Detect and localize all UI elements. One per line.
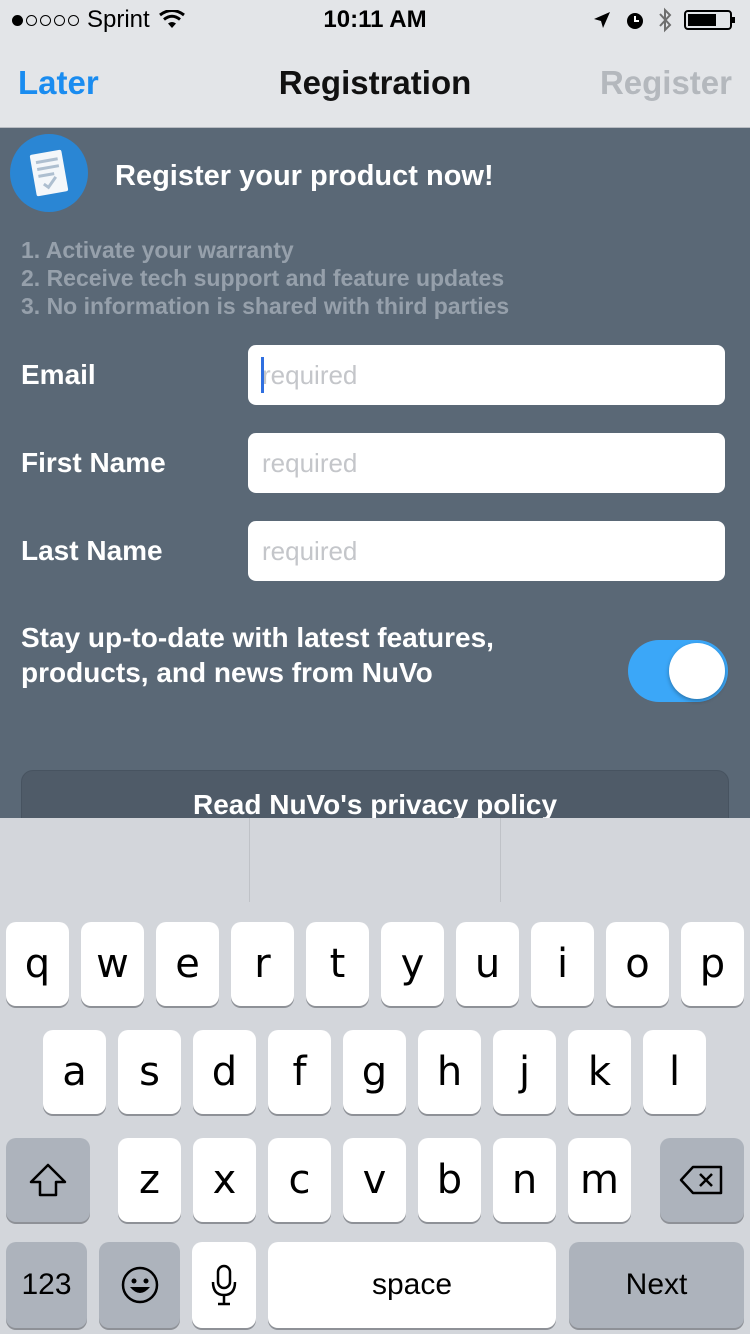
key-j[interactable]: j	[493, 1030, 556, 1114]
document-icon	[10, 134, 88, 212]
benefit-item: 2. Receive tech support and feature upda…	[21, 265, 505, 291]
suggestion-slot[interactable]	[0, 818, 251, 902]
first-name-row: First Name	[0, 433, 750, 493]
key-n[interactable]: n	[493, 1138, 556, 1222]
key-g[interactable]: g	[343, 1030, 406, 1114]
first-name-label: First Name	[21, 447, 166, 478]
email-row: Email	[0, 345, 750, 405]
status-right	[592, 7, 738, 33]
newsletter-optin-label: Stay up-to-date with latest features, pr…	[21, 622, 494, 688]
suggestion-slot[interactable]	[250, 818, 501, 902]
location-arrow-icon	[594, 12, 610, 28]
benefit-item: 1. Activate your warranty	[21, 237, 294, 263]
key-l[interactable]: l	[643, 1030, 706, 1114]
registration-form: Register your product now! 1. Activate y…	[0, 128, 750, 818]
key-c[interactable]: c	[268, 1138, 331, 1222]
key-r[interactable]: r	[231, 922, 294, 1006]
emoji-key[interactable]	[99, 1242, 180, 1328]
microphone-icon	[211, 1264, 237, 1306]
suggestion-slot[interactable]	[501, 818, 750, 902]
toggle-knob	[669, 643, 725, 699]
last-name-row: Last Name	[0, 521, 750, 581]
key-d[interactable]: d	[193, 1030, 256, 1114]
bluetooth-icon	[659, 7, 672, 33]
key-t[interactable]: t	[306, 922, 369, 1006]
email-field[interactable]	[248, 345, 725, 405]
wifi-icon	[158, 10, 185, 28]
space-key[interactable]: space	[268, 1242, 556, 1328]
carrier-name: Sprint	[87, 6, 150, 33]
shift-icon	[29, 1163, 67, 1197]
key-k[interactable]: k	[568, 1030, 631, 1114]
keyboard: q w e r t y u i o p a s d f g h j k l z …	[0, 902, 750, 1334]
key-i[interactable]: i	[531, 922, 594, 1006]
key-h[interactable]: h	[418, 1030, 481, 1114]
status-left: Sprint	[12, 6, 186, 34]
key-a[interactable]: a	[43, 1030, 106, 1114]
key-z[interactable]: z	[118, 1138, 181, 1222]
key-m[interactable]: m	[568, 1138, 631, 1222]
key-x[interactable]: x	[193, 1138, 256, 1222]
key-f[interactable]: f	[268, 1030, 331, 1114]
key-o[interactable]: o	[606, 922, 669, 1006]
key-u[interactable]: u	[456, 922, 519, 1006]
backspace-key[interactable]	[660, 1138, 744, 1222]
key-w[interactable]: w	[81, 922, 144, 1006]
alarm-icon	[627, 13, 643, 29]
privacy-policy-label: Read NuVo's privacy policy	[192, 789, 558, 818]
benefit-item: 3. No information is shared with third p…	[21, 293, 510, 319]
first-name-field[interactable]	[248, 433, 725, 493]
key-e[interactable]: e	[156, 922, 219, 1006]
signal-strength-icon	[12, 14, 79, 26]
status-bar: Sprint 10:11 AM	[0, 0, 750, 40]
key-b[interactable]: b	[418, 1138, 481, 1222]
email-label: Email	[21, 359, 96, 390]
text-cursor	[261, 357, 264, 393]
key-s[interactable]: s	[118, 1030, 181, 1114]
header-title: Register your product now!	[115, 160, 494, 192]
keyboard-suggestion-bar	[0, 818, 750, 902]
last-name-label: Last Name	[21, 535, 163, 566]
numbers-key[interactable]: 123	[6, 1242, 87, 1328]
navigation-bar: Later Registration Register	[0, 40, 750, 128]
key-y[interactable]: y	[381, 922, 444, 1006]
register-button[interactable]: Register	[600, 64, 732, 102]
key-q[interactable]: q	[6, 922, 69, 1006]
shift-key[interactable]	[6, 1138, 90, 1222]
backspace-icon	[679, 1165, 723, 1195]
newsletter-toggle[interactable]	[628, 640, 728, 702]
last-name-field[interactable]	[248, 521, 725, 581]
next-key[interactable]: Next	[569, 1242, 744, 1328]
privacy-policy-button[interactable]: Read NuVo's privacy policy	[21, 770, 729, 818]
key-p[interactable]: p	[681, 922, 744, 1006]
key-v[interactable]: v	[343, 1138, 406, 1222]
benefits-list: 1. Activate your warranty 2. Receive tec…	[21, 236, 509, 320]
emoji-icon	[121, 1266, 158, 1304]
dictation-key[interactable]	[192, 1242, 256, 1328]
battery-icon	[684, 10, 735, 30]
